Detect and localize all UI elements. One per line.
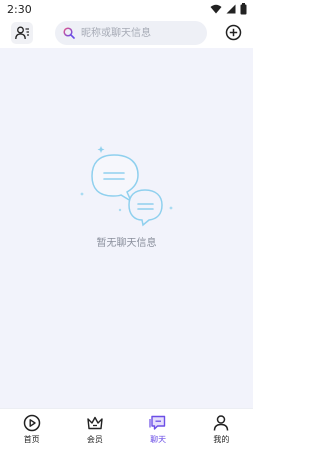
nav-item-chat[interactable]: 聊天 — [127, 409, 190, 450]
signal-icon — [226, 4, 236, 14]
empty-chat-illustration — [80, 146, 173, 227]
add-circle-icon[interactable] — [225, 24, 242, 41]
search-box[interactable] — [55, 21, 207, 45]
status-icons — [210, 3, 247, 15]
play-circle-icon — [23, 414, 40, 432]
bottom-nav: 首页 会员 聊天 我的 — [0, 408, 253, 450]
nav-label-vip: 会员 — [86, 435, 103, 444]
person-icon — [214, 415, 229, 431]
battery-icon — [240, 3, 247, 15]
nav-item-profile[interactable]: 我的 — [190, 409, 253, 450]
status-time: 2:30 — [7, 3, 32, 16]
top-header — [0, 18, 253, 48]
chat-list-area: 暂无聊天信息 — [0, 48, 253, 408]
empty-state-text: 暂无聊天信息 — [96, 238, 157, 249]
nav-label-home: 首页 — [23, 435, 40, 444]
contacts-button[interactable] — [11, 22, 33, 44]
nav-label-profile: 我的 — [213, 435, 230, 444]
status-bar: 2:30 — [0, 0, 253, 18]
nav-item-home[interactable]: 首页 — [0, 409, 63, 450]
nav-label-chat: 聊天 — [150, 435, 167, 444]
search-icon — [63, 27, 75, 39]
chat-icon — [149, 415, 166, 430]
search-input[interactable] — [81, 25, 201, 41]
wifi-icon — [210, 4, 222, 14]
nav-item-vip[interactable]: 会员 — [63, 409, 126, 450]
contacts-icon — [14, 26, 29, 40]
crown-icon — [87, 416, 103, 430]
